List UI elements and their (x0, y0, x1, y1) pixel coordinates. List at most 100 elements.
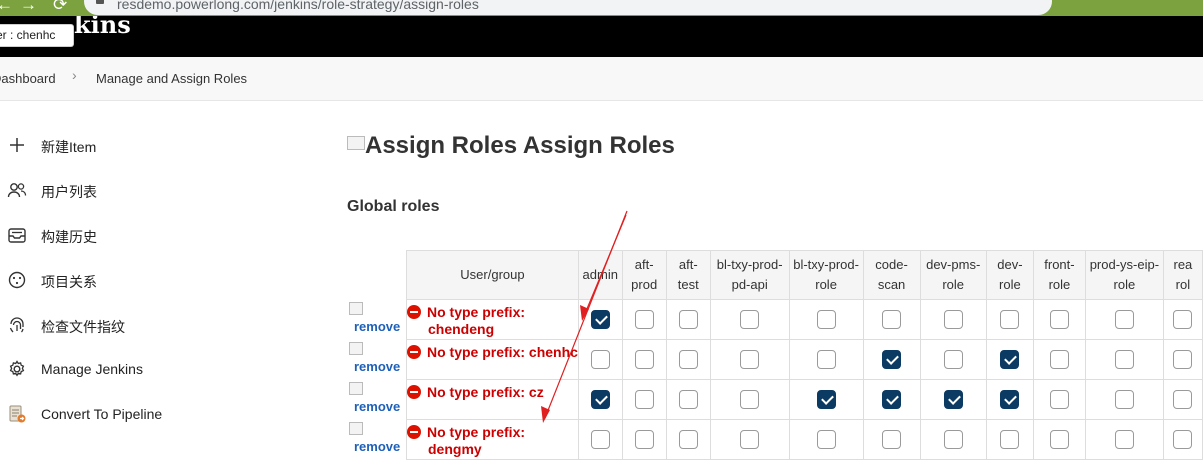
role-name: dev-pms- (926, 257, 981, 272)
role-name: front- (1044, 257, 1075, 272)
sidebar-item-label: 用户列表 (41, 184, 97, 200)
role-checkbox[interactable] (816, 350, 836, 369)
role-checkbox[interactable] (678, 430, 698, 449)
role-name-cont: role (1113, 277, 1136, 292)
role-checkbox[interactable] (1173, 350, 1193, 369)
role-cell (709, 379, 790, 420)
role-checkbox[interactable] (1114, 390, 1134, 409)
role-checkbox[interactable] (634, 430, 654, 449)
sidebar-item-label: Convert To Pipeline (41, 406, 163, 422)
role-checkbox[interactable] (740, 350, 760, 369)
role-checkbox[interactable] (740, 430, 760, 449)
table-row: No type prefix: chenhc (406, 339, 1203, 380)
user-cell: No type prefix: chenhc (406, 339, 579, 380)
remove-button[interactable]: remove (349, 382, 404, 416)
remove-label[interactable]: remove (354, 359, 400, 374)
warning-icon (407, 345, 421, 359)
sidebar-item-manage-jenkins[interactable]: Manage Jenkins (0, 354, 300, 384)
role-checkbox[interactable] (882, 430, 902, 449)
table-row: No type prefix: cz (406, 379, 1203, 420)
role-cell (788, 299, 864, 340)
role-name: prod-ys-eip- (1089, 257, 1160, 272)
role-cell (985, 419, 1034, 460)
role-checkbox[interactable] (590, 310, 610, 329)
relation-icon (8, 271, 26, 289)
role-cell (709, 339, 790, 380)
role-checkbox[interactable] (1049, 310, 1069, 329)
gear-icon (9, 360, 25, 377)
sidebar-item-build-history[interactable]: 构建历史 (0, 220, 300, 250)
role-checkbox[interactable] (634, 390, 654, 409)
role-checkbox[interactable] (590, 390, 610, 409)
role-checkbox[interactable] (590, 430, 610, 449)
role-checkbox[interactable] (816, 390, 836, 409)
role-cell (577, 379, 623, 420)
role-cell (709, 419, 790, 460)
sidebar-item-convert-pipeline[interactable]: Convert To Pipeline (0, 399, 300, 429)
back-icon[interactable]: ← (0, 0, 13, 15)
breadcrumb-current[interactable]: Manage and Assign Roles (96, 71, 247, 86)
role-cell (665, 299, 711, 340)
role-cell (788, 379, 864, 420)
role-checkbox[interactable] (1000, 430, 1020, 449)
role-checkbox[interactable] (1173, 310, 1193, 329)
url-text[interactable]: resdemo.powerlong.com/jenkins/role-strat… (117, 0, 479, 12)
role-checkbox[interactable] (1000, 390, 1020, 409)
role-cell (985, 299, 1034, 340)
fingerprint-icon (9, 317, 24, 333)
role-cell (1032, 379, 1086, 420)
role-checkbox[interactable] (1000, 310, 1020, 329)
role-checkbox[interactable] (943, 350, 963, 369)
role-checkbox[interactable] (1173, 430, 1193, 449)
broken-image-icon (349, 422, 363, 435)
role-cell (1032, 419, 1086, 460)
role-checkbox[interactable] (1049, 390, 1069, 409)
remove-label[interactable]: remove (354, 399, 400, 414)
sidebar-item-people[interactable]: 用户列表 (0, 175, 300, 205)
sidebar-item-new-item[interactable]: 新建Item (0, 130, 300, 160)
role-checkbox[interactable] (1114, 430, 1134, 449)
remove-button[interactable]: remove (349, 342, 404, 376)
sidebar-item-fingerprint[interactable]: 检查文件指纹 (0, 310, 300, 340)
role-name-cont: prod (631, 277, 658, 292)
role-checkbox[interactable] (590, 350, 610, 369)
jenkins-logo-text[interactable]: kins (74, 16, 131, 39)
role-checkbox[interactable] (943, 390, 963, 409)
role-checkbox[interactable] (1173, 390, 1193, 409)
role-cell (1162, 419, 1203, 460)
role-name: code- (875, 257, 908, 272)
role-checkbox[interactable] (740, 310, 760, 329)
role-checkbox[interactable] (678, 310, 698, 329)
role-checkbox[interactable] (740, 390, 760, 409)
role-checkbox[interactable] (1114, 310, 1134, 329)
reload-icon[interactable]: ⟳ (53, 0, 67, 15)
column-header-role: bl-txy-prod-pd-api (709, 250, 790, 300)
role-checkbox[interactable] (816, 310, 836, 329)
forward-icon[interactable]: → (20, 0, 37, 15)
role-checkbox[interactable] (678, 350, 698, 369)
remove-button[interactable]: remove (349, 422, 404, 456)
role-checkbox[interactable] (943, 310, 963, 329)
breadcrumb-dashboard[interactable]: Dashboard (0, 71, 56, 86)
role-checkbox[interactable] (882, 350, 902, 369)
role-checkbox[interactable] (1049, 350, 1069, 369)
role-checkbox[interactable] (943, 430, 963, 449)
role-checkbox[interactable] (1114, 350, 1134, 369)
role-checkbox[interactable] (882, 390, 902, 409)
remove-label[interactable]: remove (354, 439, 400, 454)
role-checkbox[interactable] (816, 430, 836, 449)
role-checkbox[interactable] (634, 310, 654, 329)
pipeline-doc-icon (9, 405, 26, 423)
history-inbox-icon (8, 228, 26, 243)
remove-button[interactable]: remove (349, 302, 404, 336)
role-checkbox[interactable] (678, 390, 698, 409)
sidebar-item-project-relation[interactable]: 项目关系 (0, 265, 300, 295)
role-checkbox[interactable] (1049, 430, 1069, 449)
role-checkbox[interactable] (634, 350, 654, 369)
column-header-role: dev-role (985, 250, 1034, 300)
role-checkbox[interactable] (1000, 350, 1020, 369)
role-checkbox[interactable] (882, 310, 902, 329)
user-name-cont: chendeng (428, 321, 495, 337)
warning-icon (407, 425, 421, 439)
remove-label[interactable]: remove (354, 319, 400, 334)
